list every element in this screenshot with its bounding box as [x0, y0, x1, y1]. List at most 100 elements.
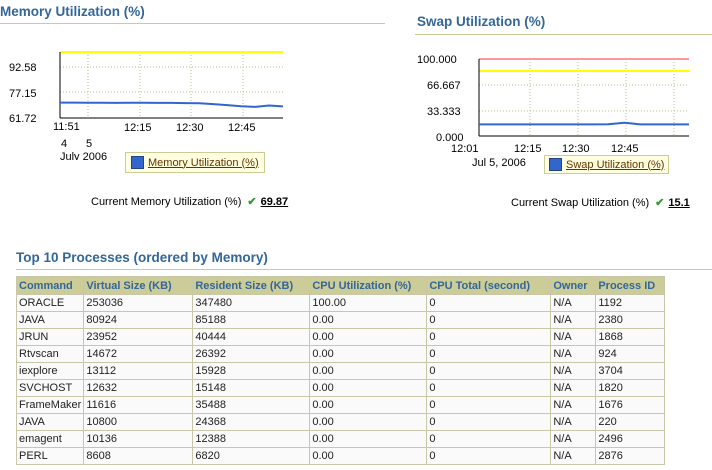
swap-x-tick: 12:30 — [562, 143, 590, 155]
table-cell: 0.00 — [309, 345, 428, 363]
table-row: SVCHOST 12632 15148 0.00 0 N/A 1820 — [15, 379, 666, 397]
table-cell: FrameMaker — [15, 396, 85, 414]
table-cell: 12632 — [83, 379, 194, 397]
memory-section-title: Memory Utilization (%) — [0, 4, 145, 19]
table-cell: N/A — [550, 447, 597, 465]
memory-date-label: July 2006 — [60, 151, 107, 160]
processes-section-divider — [16, 269, 712, 270]
table-cell: ORACLE — [15, 294, 85, 312]
memory-legend-link[interactable]: Memory Utilization (%) — [148, 157, 259, 169]
check-icon: ✔ — [247, 196, 257, 208]
table-cell: 12388 — [192, 430, 311, 448]
current-swap: Current Swap Utilization (%) ✔ 15.1 — [511, 196, 712, 209]
table-cell: 3704 — [595, 362, 666, 380]
current-swap-value[interactable]: 15.1 — [668, 197, 689, 209]
table-cell: 10800 — [83, 413, 194, 431]
memory-y-tick: 77.15 — [9, 88, 37, 100]
table-row: JAVA 10800 24368 0.00 0 N/A 220 — [15, 413, 666, 431]
swap-y-tick: 66.667 — [427, 80, 461, 92]
table-cell: 0 — [426, 311, 552, 329]
table-cell: iexplore — [15, 362, 85, 380]
table-cell: emagent — [15, 430, 85, 448]
memory-section-divider — [0, 23, 385, 24]
table-cell: N/A — [550, 311, 597, 329]
memory-x-tick: 12:15 — [124, 122, 152, 134]
memory-chart: 92.58 77.15 61.72 11:51 12:15 12:30 12:4… — [9, 51, 284, 160]
swap-x-tick: 12:15 — [514, 143, 542, 155]
table-cell: 14672 — [83, 345, 194, 363]
table-cell: SVCHOST — [15, 379, 85, 397]
table-cell: 80924 — [83, 311, 194, 329]
column-header[interactable]: Owner — [550, 276, 597, 295]
column-header[interactable]: Resident Size (KB) — [192, 276, 311, 295]
table-cell: 0.00 — [309, 447, 428, 465]
memory-x-subtick: 4 — [61, 138, 67, 150]
table-row: emagent 10136 12388 0.00 0 N/A 2496 — [15, 430, 666, 448]
current-memory: Current Memory Utilization (%) ✔ 69.87 — [91, 195, 288, 208]
current-swap-label: Current Swap Utilization (%) — [511, 197, 650, 209]
table-cell: 0.00 — [309, 362, 428, 380]
table-cell: 0 — [426, 430, 552, 448]
swap-legend[interactable]: Swap Utilization (%) — [544, 155, 670, 174]
memory-x-subtick: 5 — [86, 138, 92, 150]
swap-section-title: Swap Utilization (%) — [417, 14, 546, 29]
column-header[interactable]: Virtual Size (KB) — [83, 276, 194, 295]
table-cell: 8608 — [83, 447, 194, 465]
table-cell: N/A — [550, 396, 597, 414]
memory-x-tick: 12:30 — [176, 122, 204, 134]
table-cell: 100.00 — [309, 294, 428, 312]
table-cell: N/A — [550, 413, 597, 431]
table-cell: 2496 — [595, 430, 666, 448]
table-cell: Rtvscan — [15, 345, 85, 363]
column-header[interactable]: CPU Total (second) — [426, 276, 552, 295]
memory-legend[interactable]: Memory Utilization (%) — [125, 152, 265, 173]
table-cell: 0 — [426, 345, 552, 363]
table-cell: 0.00 — [309, 379, 428, 397]
processes-section-title: Top 10 Processes (ordered by Memory) — [16, 250, 268, 265]
column-header[interactable]: Process ID — [595, 276, 666, 295]
table-cell: 0.00 — [309, 396, 428, 414]
table-cell: 347480 — [192, 294, 311, 312]
memory-y-tick: 61.72 — [9, 113, 37, 125]
table-cell: 0 — [426, 362, 552, 380]
memory-legend-swatch — [131, 156, 144, 169]
table-cell: 26392 — [192, 345, 311, 363]
table-cell: 1868 — [595, 328, 666, 346]
table-cell: 11616 — [83, 396, 194, 414]
swap-y-tick: 100.000 — [417, 54, 457, 66]
table-cell: 0 — [426, 447, 552, 465]
table-cell: N/A — [550, 294, 597, 312]
current-memory-value[interactable]: 69.87 — [261, 196, 289, 208]
table-cell: 23952 — [83, 328, 194, 346]
table-row: FrameMaker 11616 35488 0.00 0 N/A 1676 — [15, 396, 666, 414]
table-cell: 0 — [426, 294, 552, 312]
column-header[interactable]: Command — [15, 276, 85, 295]
table-cell: 15928 — [192, 362, 311, 380]
table-cell: 6820 — [192, 447, 311, 465]
processes-table: Command Virtual Size (KB) Resident Size … — [15, 276, 666, 465]
table-row: JRUN 23952 40444 0.00 0 N/A 1868 — [15, 328, 666, 346]
table-cell: 1676 — [595, 396, 666, 414]
table-cell: 0 — [426, 379, 552, 397]
table-cell: 40444 — [192, 328, 311, 346]
table-row: Rtvscan 14672 26392 0.00 0 N/A 924 — [15, 345, 666, 363]
swap-legend-swatch — [549, 158, 562, 171]
swap-legend-link[interactable]: Swap Utilization (%) — [566, 159, 664, 171]
swap-series-line — [479, 121, 689, 126]
table-cell: 220 — [595, 413, 666, 431]
table-cell: 15148 — [192, 379, 311, 397]
table-cell: JAVA — [15, 311, 85, 329]
table-cell: 2380 — [595, 311, 666, 329]
current-memory-label: Current Memory Utilization (%) — [91, 196, 242, 208]
table-cell: 253036 — [83, 294, 194, 312]
table-cell: 0 — [426, 328, 552, 346]
memory-x-tick: 12:45 — [228, 122, 256, 134]
swap-x-tick: 12:45 — [611, 143, 639, 155]
table-row: iexplore 13112 15928 0.00 0 N/A 3704 — [15, 362, 666, 380]
table-cell: 0.00 — [309, 430, 428, 448]
memory-x-tick: 11:51 — [53, 121, 80, 133]
swap-date-label: Jul 5, 2006 — [472, 157, 526, 169]
check-icon: ✔ — [655, 197, 665, 209]
table-cell: 1820 — [595, 379, 666, 397]
column-header[interactable]: CPU Utilization (%) — [309, 276, 428, 295]
